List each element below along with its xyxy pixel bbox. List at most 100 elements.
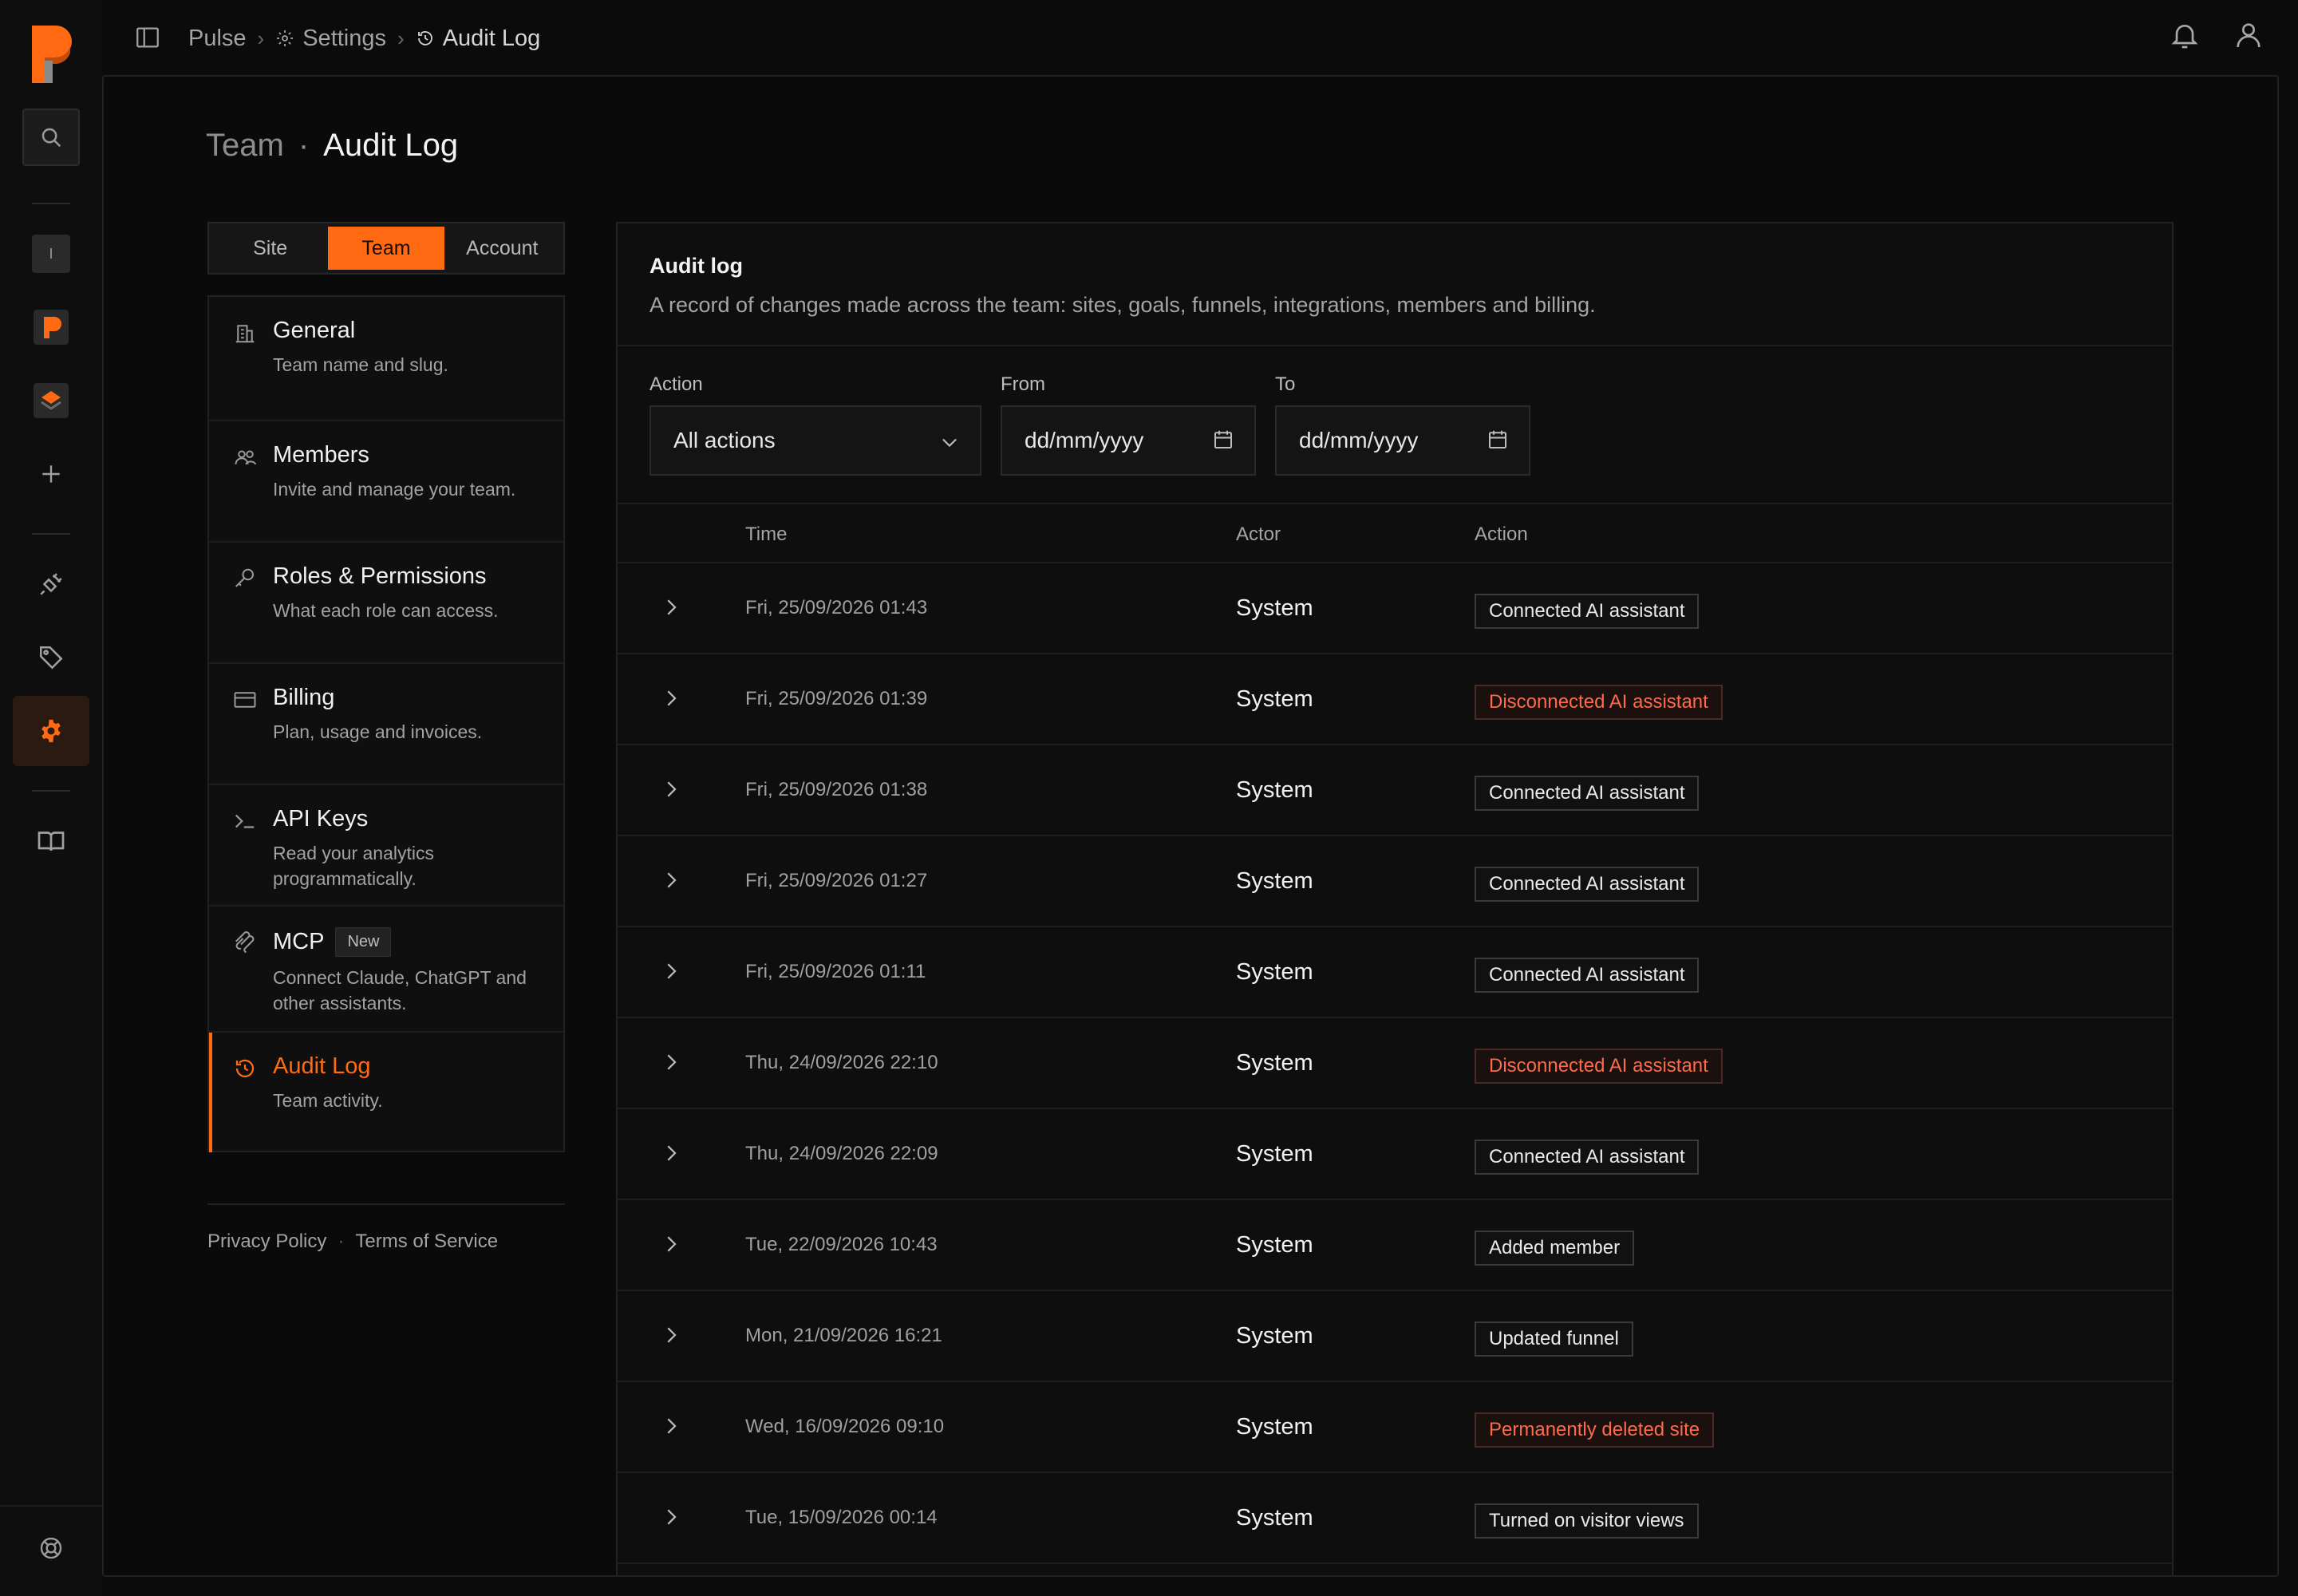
- action-badge: Permanently deleted site: [1475, 1412, 1715, 1448]
- audit-log-panel: Audit log A record of changes made acros…: [616, 222, 2174, 1577]
- chevron-right-icon[interactable]: [659, 868, 683, 892]
- action-select-value: All actions: [673, 428, 776, 452]
- action-badge: Updated funnel: [1475, 1321, 1633, 1357]
- chevron-right-icon[interactable]: [659, 1232, 683, 1256]
- action-badge: Connected AI assistant: [1475, 594, 1700, 629]
- row-actor: System: [1236, 1323, 1313, 1349]
- nav-item-mcp[interactable]: MCP New Connect Claude, ChatGPT and othe…: [209, 907, 563, 1033]
- action-badge: Connected AI assistant: [1475, 776, 1700, 811]
- rail-add-item[interactable]: [13, 439, 89, 509]
- table-row[interactable]: Fri, 25/09/2026 01:11 System Connected AI …: [618, 927, 2172, 1018]
- row-actor: System: [1236, 1505, 1313, 1531]
- nav-item-subtitle: Team name and slug.: [273, 354, 448, 375]
- audit-rows: Fri, 25/09/2026 01:43 System Connected AI …: [618, 563, 2172, 1564]
- table-row[interactable]: Fri, 25/09/2026 01:38 System Connected AI …: [618, 745, 2172, 836]
- nav-item-subtitle: Connect Claude, ChatGPT and other assist…: [273, 967, 527, 1013]
- nav-item-api-keys[interactable]: API Keys Read your analytics programmati…: [209, 785, 563, 907]
- layers-icon: [34, 383, 69, 418]
- calendar-icon[interactable]: [1211, 428, 1235, 452]
- row-time: Thu, 24/09/2026 22:09: [745, 1143, 938, 1164]
- table-row[interactable]: Fri, 25/09/2026 01:39 System Disconnected …: [618, 654, 2172, 745]
- chevron-right-icon[interactable]: [659, 1050, 683, 1074]
- row-actor: System: [1236, 1232, 1313, 1258]
- nav-item-roles[interactable]: Roles & Permissions What each role can a…: [209, 543, 563, 664]
- row-actor: System: [1236, 959, 1313, 985]
- new-badge: New: [335, 927, 392, 957]
- chevron-right-icon[interactable]: [659, 686, 683, 710]
- breadcrumb-pulse[interactable]: Pulse: [188, 26, 247, 52]
- sidebar-toggle-icon[interactable]: [134, 24, 161, 51]
- rail-docs-item[interactable]: [13, 806, 89, 876]
- chevron-right-icon[interactable]: [659, 595, 683, 619]
- tab-site[interactable]: Site: [212, 227, 328, 270]
- nav-item-general[interactable]: General Team name and slug.: [209, 297, 563, 421]
- nav-item-subtitle: Plan, usage and invoices.: [273, 721, 483, 742]
- chevron-right-icon[interactable]: [659, 1505, 683, 1529]
- calendar-icon[interactable]: [1486, 428, 1510, 452]
- row-actor: System: [1236, 1141, 1313, 1167]
- row-actor: System: [1236, 777, 1313, 803]
- privacy-policy-link[interactable]: Privacy Policy: [207, 1231, 326, 1253]
- breadcrumb-chevron-icon: ›: [257, 26, 265, 50]
- pulse-logo-icon[interactable]: [29, 22, 73, 86]
- row-actor: System: [1236, 686, 1313, 712]
- bell-icon[interactable]: [2169, 19, 2201, 51]
- nav-item-title: API Keys: [273, 806, 369, 832]
- nav-item-subtitle: Invite and manage your team.: [273, 479, 516, 500]
- chevron-right-icon[interactable]: [659, 1323, 683, 1347]
- table-row[interactable]: Thu, 24/09/2026 22:09 System Connected AI …: [618, 1109, 2172, 1200]
- table-row[interactable]: Mon, 21/09/2026 16:21 System Updated funne…: [618, 1291, 2172, 1382]
- rail-integrations-item[interactable]: [13, 549, 89, 619]
- page-title: Team · Audit Log: [206, 128, 458, 164]
- table-row[interactable]: Thu, 24/09/2026 22:10 System Disconnected …: [618, 1018, 2172, 1109]
- action-badge: Connected AI assistant: [1475, 1140, 1700, 1175]
- panel-title: Audit log: [650, 254, 743, 278]
- row-time: Fri, 25/09/2026 01:11: [745, 961, 926, 982]
- nav-item-subtitle: Team activity.: [273, 1090, 383, 1111]
- breadcrumb-settings[interactable]: Settings: [275, 26, 386, 52]
- to-date-input[interactable]: dd/mm/yyyy: [1275, 405, 1530, 476]
- breadcrumb-current: Audit Log: [416, 26, 540, 52]
- rail-pulse-item[interactable]: [13, 292, 89, 362]
- table-row[interactable]: Fri, 25/09/2026 01:43 System Connected AI …: [618, 563, 2172, 654]
- rail-settings-item[interactable]: [13, 696, 89, 766]
- table-row[interactable]: Wed, 16/09/2026 09:10 System Permanently d…: [618, 1382, 2172, 1473]
- table-row[interactable]: Tue, 22/09/2026 10:43 System Added member: [618, 1200, 2172, 1291]
- table-row[interactable]: Tue, 15/09/2026 00:14 System Turned on vis…: [618, 1473, 2172, 1564]
- chevron-right-icon[interactable]: [659, 1141, 683, 1165]
- search-icon: [39, 125, 63, 149]
- nav-item-members[interactable]: Members Invite and manage your team.: [209, 421, 563, 543]
- chevron-right-icon[interactable]: [659, 1414, 683, 1438]
- table-row[interactable]: Fri, 25/09/2026 01:27 System Connected AI …: [618, 836, 2172, 927]
- row-time: Fri, 25/09/2026 01:27: [745, 870, 928, 891]
- nav-item-title: Audit Log: [273, 1053, 371, 1079]
- chevron-right-icon[interactable]: [659, 959, 683, 983]
- rail-site-item[interactable]: I: [13, 219, 89, 289]
- user-icon[interactable]: [2233, 19, 2264, 51]
- row-time: Tue, 22/09/2026 10:43: [745, 1234, 938, 1255]
- rail-divider: [32, 203, 70, 204]
- nav-item-audit-log[interactable]: Audit Log Team activity.: [209, 1033, 563, 1152]
- row-time: Tue, 15/09/2026 00:14: [745, 1507, 938, 1528]
- nav-item-title: Billing: [273, 685, 335, 710]
- rail-help-item[interactable]: [13, 1513, 89, 1583]
- nav-item-billing[interactable]: Billing Plan, usage and invoices.: [209, 664, 563, 785]
- chevron-right-icon[interactable]: [659, 777, 683, 801]
- action-select[interactable]: All actions: [650, 405, 981, 476]
- action-badge: Turned on visitor views: [1475, 1503, 1699, 1539]
- rail-layers-item[interactable]: [13, 365, 89, 436]
- footer-links: Privacy Policy · Terms of Service: [207, 1231, 498, 1253]
- rail-divider: [32, 533, 70, 535]
- plus-icon: [38, 461, 64, 487]
- search-button[interactable]: [22, 109, 80, 166]
- tab-team[interactable]: Team: [328, 227, 444, 270]
- terms-of-service-link[interactable]: Terms of Service: [355, 1231, 498, 1253]
- to-date-placeholder: dd/mm/yyyy: [1299, 428, 1419, 452]
- from-date-input[interactable]: dd/mm/yyyy: [1001, 405, 1256, 476]
- gear-icon: [275, 29, 294, 48]
- row-actor: System: [1236, 1050, 1313, 1076]
- tab-account[interactable]: Account: [444, 227, 560, 270]
- rail-tags-item[interactable]: [13, 622, 89, 693]
- row-time: Thu, 24/09/2026 22:10: [745, 1052, 938, 1073]
- breadcrumb: Pulse › Settings › Audit Log: [188, 22, 540, 54]
